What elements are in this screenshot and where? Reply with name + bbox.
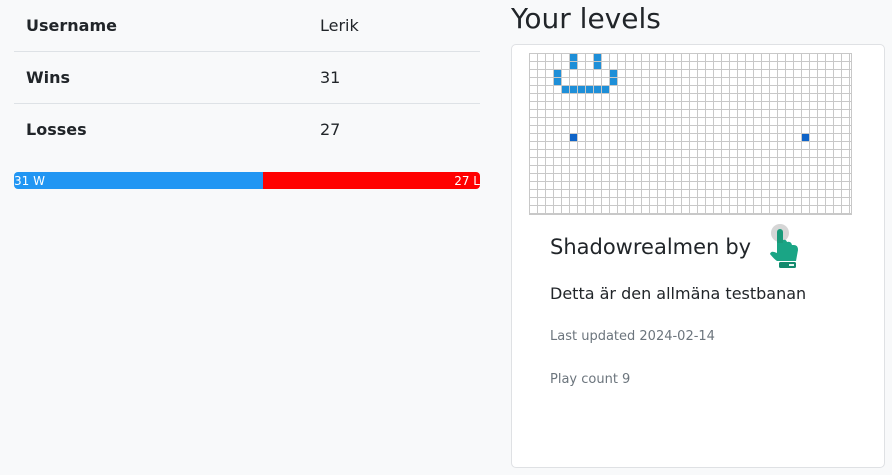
preview-block [610, 70, 617, 77]
preview-block [602, 86, 609, 93]
win-loss-bar: 31 W 27 L [14, 172, 480, 189]
level-author-prefix: by [725, 235, 752, 259]
level-last-updated: Last updated 2024-02-14 [550, 329, 715, 344]
stats-row-username: Username Lerik [14, 0, 480, 52]
preview-block [610, 78, 617, 85]
stats-value: 27 [320, 120, 341, 139]
level-title: Shadowrealmen [550, 235, 720, 259]
profile-stats-table: Username Lerik Wins 31 Losses 27 [14, 0, 480, 155]
stats-row-losses: Losses 27 [14, 104, 480, 156]
preview-block [570, 54, 577, 61]
stats-value: Lerik [308, 0, 480, 52]
stats-label: Losses [26, 120, 87, 139]
spawn-block [570, 134, 577, 141]
levels-heading: Your levels [511, 2, 661, 35]
preview-block [562, 86, 569, 93]
stats-row-wins: Wins 31 [14, 51, 480, 104]
preview-block [578, 86, 585, 93]
preview-block [554, 70, 561, 77]
preview-block [594, 54, 601, 61]
level-card[interactable]: Shadowrealmen by Detta är den allmäna te… [511, 44, 885, 468]
stats-label: Wins [14, 51, 308, 104]
preview-block [586, 86, 593, 93]
level-description: Detta är den allmäna testbanan [550, 284, 807, 303]
stats-value: 31 [308, 51, 480, 104]
preview-block [594, 86, 601, 93]
level-preview-grid [529, 53, 852, 215]
preview-block [554, 78, 561, 85]
preview-block [570, 86, 577, 93]
stats-label: Username [14, 0, 308, 52]
preview-block [570, 62, 577, 69]
level-title-row: Shadowrealmen by [550, 235, 751, 259]
spawn-block [802, 134, 809, 141]
preview-block [594, 62, 601, 69]
level-play-count: Play count 9 [550, 372, 631, 387]
wins-bar-segment: 31 W [14, 172, 264, 189]
losses-bar-segment: 27 L [263, 172, 480, 189]
pointing-hand-icon [770, 224, 798, 268]
